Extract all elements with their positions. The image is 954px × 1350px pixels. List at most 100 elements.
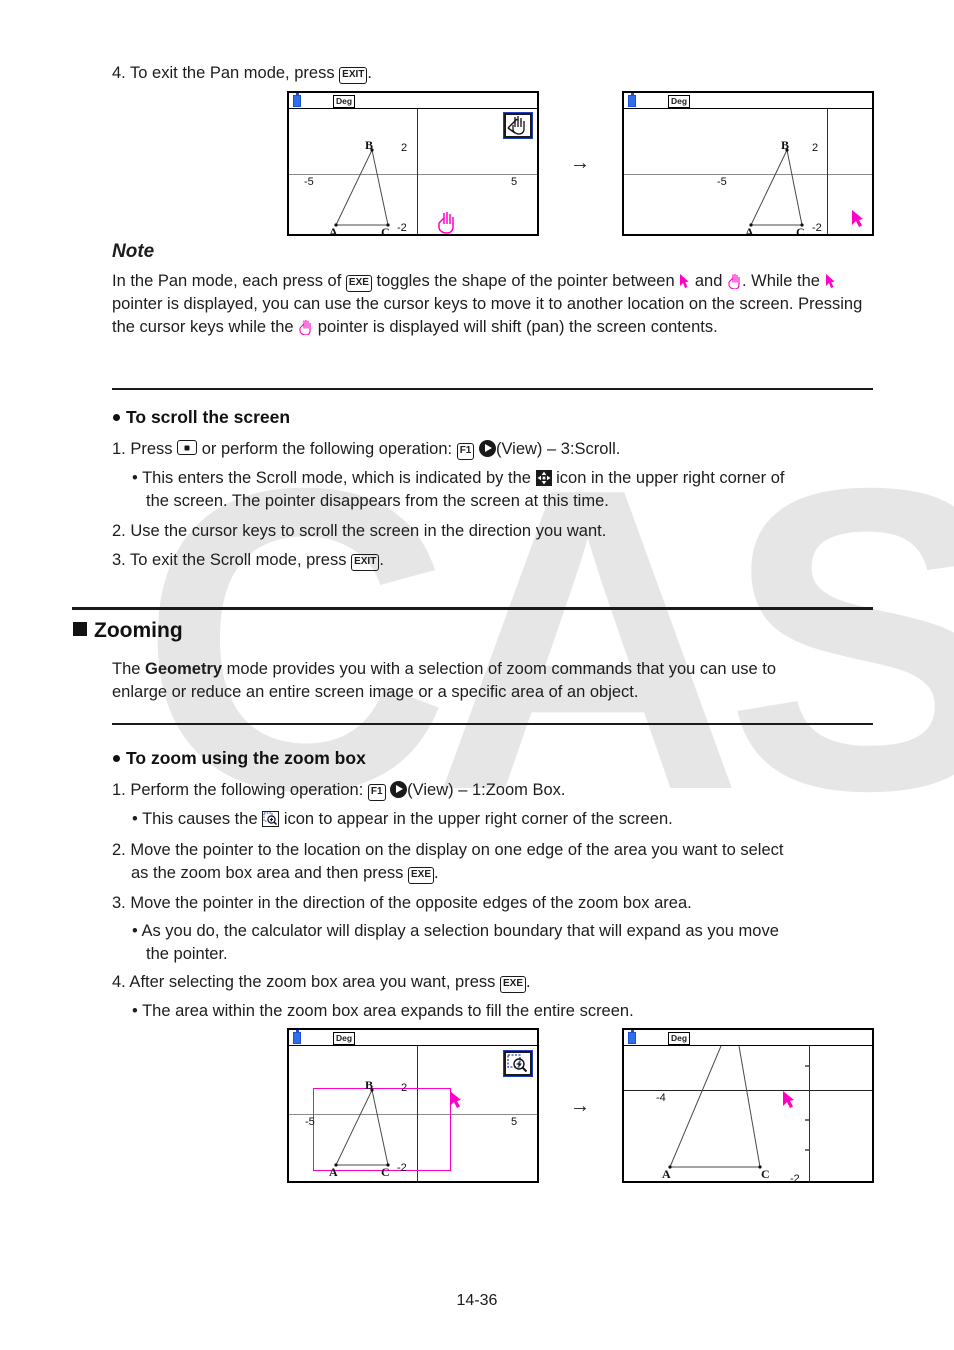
zoombox-step4-a: 4. After selecting the zoom box area you… (112, 973, 496, 991)
scroll-step-2: 2. Use the cursor keys to scroll the scr… (112, 522, 607, 540)
deg-indicator: Deg (333, 1031, 356, 1045)
section-divider-1 (112, 388, 873, 390)
scroll-step3-b: . (379, 551, 384, 569)
point-label-b: B (781, 138, 790, 152)
note-line1-d: . While (741, 272, 793, 290)
scroll-bullet1-b: icon in the upper right corner of (556, 469, 785, 487)
calc-screen-pan-before: Deg B A C -5 2 5 -2 (287, 91, 539, 236)
tick-label-neg5: -5 (304, 176, 314, 188)
zoombox-step-1: 1. Perform the following operation: F1 (… (112, 779, 566, 802)
battery-icon (628, 93, 636, 107)
scroll-bullet-1-line2: the screen. The pointer disappears from … (146, 492, 609, 510)
scroll-step3-a: 3. To exit the Scroll mode, press (112, 551, 347, 569)
arrow-pointer-icon (783, 1091, 794, 1108)
dot-key-icon (177, 440, 198, 455)
zoombox-bullet1-a: • This causes the (132, 810, 258, 828)
note-heading: Note (112, 241, 155, 262)
scroll-bullet1-a: • This enters the Scroll mode, which is … (132, 469, 531, 487)
deg-indicator: Deg (668, 94, 691, 108)
arrow-pointer-icon (679, 273, 690, 289)
transition-arrow: → (570, 152, 590, 174)
calc-screen-pan-after: Deg B A C -5 2 -2 (622, 91, 874, 236)
battery-icon (293, 1030, 301, 1044)
graph-area: B A C -5 2 5 -2 (289, 1046, 537, 1181)
triangle-shape (668, 1046, 809, 1169)
step-exit-pan-suffix: . (367, 64, 372, 82)
subheading-scroll-label: To scroll the screen (126, 407, 291, 427)
note-line1-c: and (694, 272, 723, 290)
bullet-marker (113, 414, 120, 421)
zoombox-bullet-1: • This causes the icon to appear in the … (132, 808, 673, 831)
graph-area: B A C -5 2 5 -2 (289, 109, 537, 234)
graph-area: B A C -5 2 -2 (624, 109, 872, 234)
triangle-shape (334, 1088, 390, 1167)
arrow-pointer-icon (852, 210, 863, 227)
zoombox-step-3: 3. Move the pointer in the direction of … (112, 894, 692, 912)
tick-label-neg4: -4 (656, 1092, 666, 1104)
zoombox-step1-b: (View) – 1:Zoom Box. (407, 781, 566, 799)
zoombox-step1-a: 1. Perform the following operation: (112, 781, 364, 799)
tick-label-neg2: -2 (397, 222, 407, 234)
zoombox-bullet-2-line1: • As you do, the calculator will display… (132, 922, 779, 940)
status-bar: Deg (289, 1030, 537, 1046)
graph-area: A C -4 -2 (624, 1046, 872, 1181)
note-line4: contents. (650, 318, 718, 336)
scroll-step1-a: 1. Press (112, 440, 173, 458)
transition-arrow-2: → (570, 1095, 590, 1117)
zoombox-step4-b: . (526, 973, 531, 991)
tick-label-5: 5 (511, 176, 518, 188)
point-label-c: C (761, 1167, 770, 1181)
hand-pointer-icon (438, 212, 454, 234)
note-line3-b: pointer is displayed will shift (pan) th… (317, 318, 647, 336)
calc-screen-zoom-before: Deg B A C -5 2 5 -2 (287, 1028, 539, 1183)
status-bar: Deg (624, 93, 872, 109)
triangle-shape (749, 148, 804, 227)
bullet-marker-2 (113, 755, 120, 762)
battery-icon (293, 93, 301, 107)
point-label-c: C (796, 225, 805, 234)
section-heading-zooming: Zooming (73, 619, 183, 643)
exe-key-icon-2: EXE (408, 867, 435, 884)
note-line1-b: toggles the shape of the pointer between (376, 272, 675, 290)
calc-screen-zoom-after: Deg A C -4 -2 (622, 1028, 874, 1183)
step-exit-pan-prefix: 4. To exit the Pan mode, press (112, 64, 335, 82)
section-heading-zooming-label: Zooming (94, 619, 183, 642)
zoombox-step2-c: . (434, 864, 439, 882)
scroll-step-1: 1. Press or perform the following operat… (112, 438, 620, 461)
zooming-body-line2: enlarge or reduce an entire screen image… (112, 683, 639, 701)
status-bar: Deg (624, 1030, 872, 1046)
section-divider-3 (112, 723, 873, 725)
zoombox-step-4: 4. After selecting the zoom box area you… (112, 971, 531, 994)
deg-indicator: Deg (668, 1031, 691, 1045)
scroll-step1-c: (View) – 3:Scroll. (495, 440, 621, 458)
note-line2-a: the (797, 272, 820, 290)
deg-indicator: Deg (333, 94, 356, 108)
tick-label-2: 2 (401, 1082, 408, 1094)
tick-label-neg2: -2 (812, 222, 822, 234)
status-bar: Deg (289, 93, 537, 109)
page-number-footer: 14-36 (456, 1292, 498, 1309)
square-marker-icon (73, 622, 87, 636)
tick-label-2: 2 (812, 142, 819, 154)
zooming-body-line1: The Geometry mode provides you with a se… (112, 658, 776, 681)
point-label-b: B (365, 1078, 374, 1092)
section-divider-2 (72, 607, 873, 610)
zooming-body-a: The (112, 660, 141, 678)
f1-key-icon: F1 (456, 443, 475, 460)
zoom-box-mode-icon (262, 811, 280, 827)
scroll-mode-icon (535, 470, 552, 486)
point-label-b: B (365, 138, 374, 152)
arrow-pointer-icon-2 (825, 273, 836, 289)
scroll-step-3: 3. To exit the Scroll mode, press EXIT. (112, 549, 384, 572)
tick-label-neg2: -2 (397, 1162, 407, 1174)
tick-label-neg2: -2 (790, 1173, 800, 1181)
tick-label-2: 2 (401, 142, 408, 154)
right-cursor-key-icon (478, 440, 496, 457)
tick-label-neg5: -5 (305, 1116, 315, 1128)
zooming-body-bold: Geometry (145, 660, 223, 678)
zoombox-step-2-line1: 2. Move the pointer to the location on t… (112, 841, 784, 859)
zoombox-bullet1-b: icon to appear in the upper right corner… (283, 810, 673, 828)
triangle-shape (334, 148, 390, 227)
exit-key-icon-2: EXIT (351, 554, 380, 571)
tick-label-5: 5 (511, 1116, 518, 1128)
